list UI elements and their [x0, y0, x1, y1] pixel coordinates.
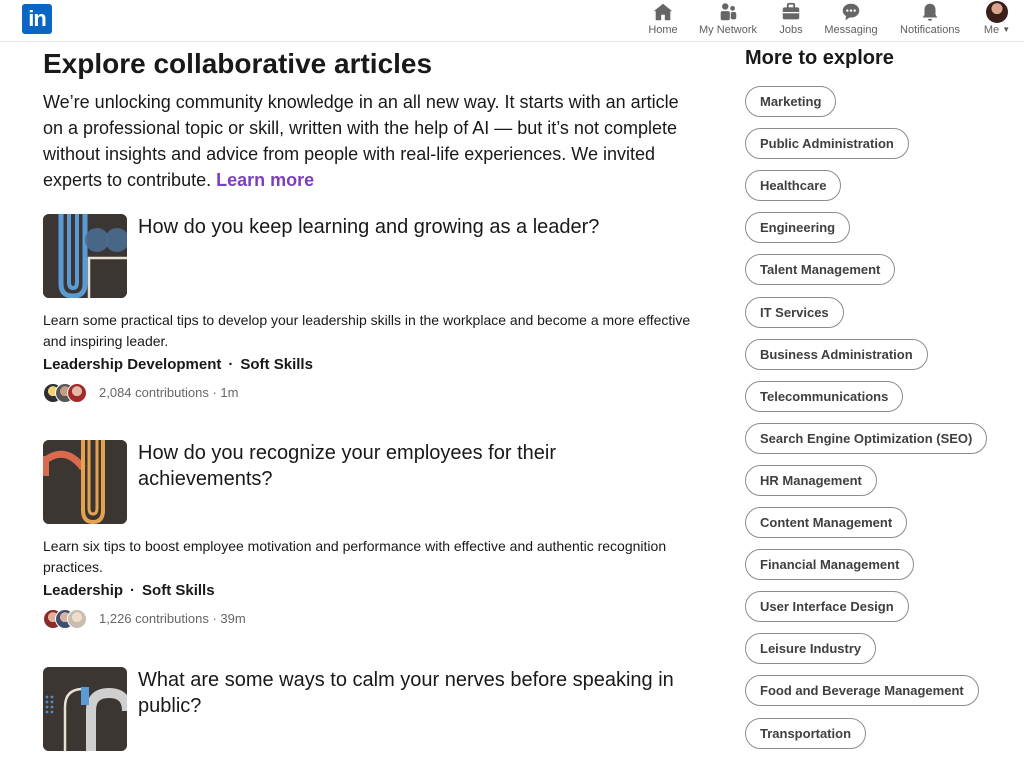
topic-pill[interactable]: Marketing: [745, 86, 837, 117]
bell-icon: [896, 1, 964, 23]
nav-messaging[interactable]: Messaging: [822, 0, 880, 41]
topic-pill[interactable]: Financial Management: [745, 549, 915, 580]
contributor-avatars[interactable]: [43, 382, 93, 404]
learn-more-link[interactable]: Learn more: [216, 170, 314, 190]
article-tags: Leadership Development · Soft Skills: [43, 356, 313, 373]
topic-pill[interactable]: Talent Management: [745, 254, 896, 285]
article-description: Learn six tips to boost employee motivat…: [43, 538, 667, 575]
nav-me[interactable]: Me ▼: [980, 0, 1014, 41]
page-title: Explore collaborative articles: [43, 48, 433, 79]
avatar: [67, 609, 87, 629]
topic-pill[interactable]: Telecommunications: [745, 381, 904, 412]
tag-separator: ·: [130, 582, 136, 599]
linkedin-logo[interactable]: in: [22, 4, 52, 34]
contributor-avatars[interactable]: [43, 608, 93, 630]
article-tags: Leadership · Soft Skills: [43, 582, 215, 599]
messaging-icon: [822, 1, 880, 23]
article-title[interactable]: How do you recognize your employees for …: [138, 440, 688, 492]
intro-text: We’re unlocking community knowledge in a…: [43, 89, 693, 193]
network-icon: [697, 1, 759, 23]
topic-pill[interactable]: User Interface Design: [745, 591, 909, 622]
topic-pill[interactable]: Healthcare: [745, 170, 842, 201]
avatar: [980, 1, 1014, 23]
contributions-count: 2,084 contributions · 1m: [99, 385, 239, 400]
public-speaking-illustration-icon: [43, 667, 127, 751]
topic-pill[interactable]: Public Administration: [745, 128, 909, 159]
nav-notifications-label: Notifications: [900, 24, 960, 36]
topic-pill[interactable]: Leisure Industry: [745, 633, 877, 664]
briefcase-icon: [776, 1, 806, 23]
sidebar-title: More to explore: [745, 47, 894, 69]
home-icon: [645, 1, 681, 23]
nav-jobs-label: Jobs: [779, 24, 803, 36]
nav-home-label: Home: [648, 24, 678, 36]
tag-link[interactable]: Soft Skills: [142, 582, 215, 599]
topic-pill[interactable]: Transportation: [745, 718, 867, 749]
article-thumbnail[interactable]: [43, 440, 127, 524]
avatar: [67, 383, 87, 403]
nav-notifications[interactable]: Notifications: [896, 0, 964, 41]
nav-messaging-label: Messaging: [824, 24, 878, 36]
article-title[interactable]: What are some ways to calm your nerves b…: [138, 667, 688, 719]
nav-me-label: Me: [983, 24, 1000, 36]
topic-pill[interactable]: Engineering: [745, 212, 851, 243]
topic-pill[interactable]: IT Services: [745, 297, 844, 328]
tag-link[interactable]: Leadership: [43, 582, 123, 599]
article-thumbnail[interactable]: [43, 667, 127, 751]
tag-separator: ·: [228, 356, 234, 373]
tag-link[interactable]: Leadership Development: [43, 356, 221, 373]
topic-pill[interactable]: Food and Beverage Management: [745, 675, 979, 706]
leader-illustration-icon: [43, 214, 127, 298]
article-description: Learn some practical tips to develop you…: [43, 312, 691, 349]
contributions-count: 1,226 contributions · 39m: [99, 611, 246, 626]
top-nav: in Home My Network Jobs Messaging Notifi…: [0, 0, 1024, 42]
tag-link[interactable]: Soft Skills: [240, 356, 313, 373]
intro-body: We’re unlocking community knowledge in a…: [43, 92, 679, 190]
recognition-illustration-icon: [43, 440, 127, 524]
nav-my-network-label: My Network: [698, 24, 758, 36]
nav-jobs[interactable]: Jobs: [776, 0, 806, 41]
topic-pill[interactable]: HR Management: [745, 465, 877, 496]
chevron-down-icon: ▼: [1002, 25, 1011, 34]
topic-pill[interactable]: Search Engine Optimization (SEO): [745, 423, 988, 454]
topic-pill[interactable]: Business Administration: [745, 339, 928, 370]
article-title[interactable]: How do you keep learning and growing as …: [138, 214, 688, 240]
article-thumbnail[interactable]: [43, 214, 127, 298]
topic-pill[interactable]: Content Management: [745, 507, 908, 538]
nav-my-network[interactable]: My Network: [697, 0, 759, 41]
nav-home[interactable]: Home: [645, 0, 681, 41]
